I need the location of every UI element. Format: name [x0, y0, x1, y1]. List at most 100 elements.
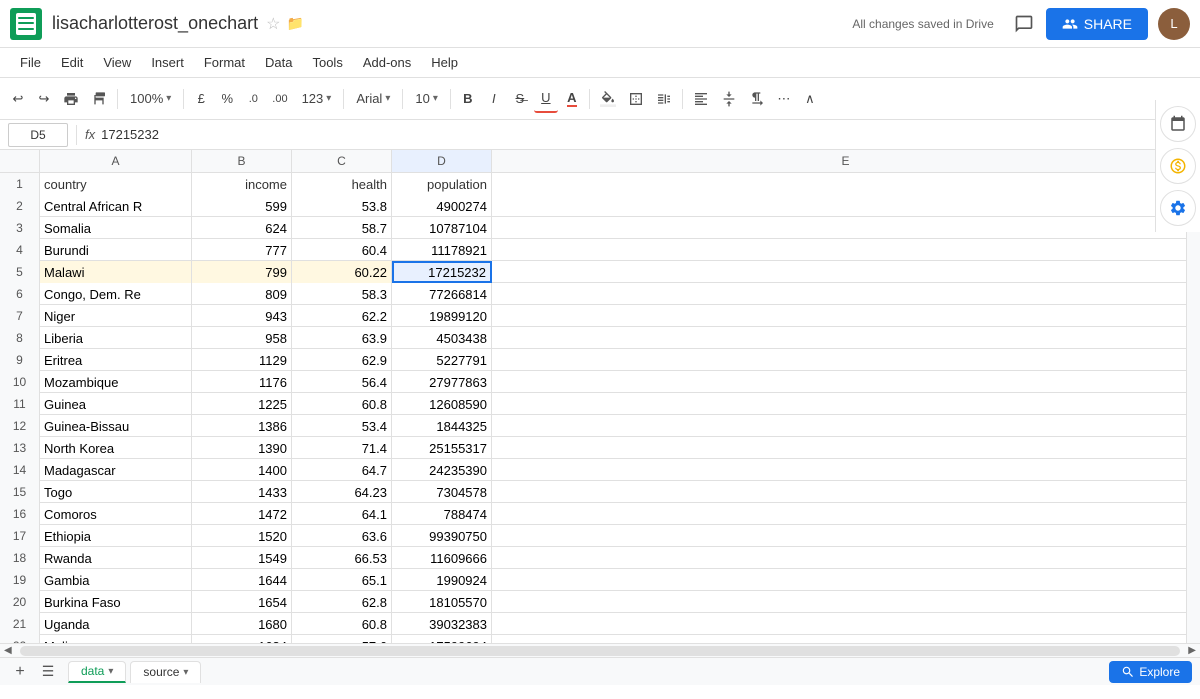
cell-d5[interactable]: 17215232	[392, 261, 492, 283]
strikethrough-button[interactable]: S̶	[508, 85, 532, 113]
cell-c19[interactable]: 65.1	[292, 569, 392, 591]
cell-a15[interactable]: Togo	[40, 481, 192, 503]
menu-file[interactable]: File	[10, 51, 51, 74]
menu-view[interactable]: View	[93, 51, 141, 74]
text-direction-button[interactable]	[744, 85, 770, 113]
cell-b17[interactable]: 1520	[192, 525, 292, 547]
font-size-dropdown[interactable]: 10 ▾	[408, 85, 445, 113]
cell-a12[interactable]: Guinea-Bissau	[40, 415, 192, 437]
cell-e13[interactable]	[492, 437, 1200, 459]
cell-a16[interactable]: Comoros	[40, 503, 192, 525]
cell-c2[interactable]: 53.8	[292, 195, 392, 217]
cell-d19[interactable]: 1990924	[392, 569, 492, 591]
cell-a3[interactable]: Somalia	[40, 217, 192, 239]
cell-d22[interactable]: 17599694	[392, 635, 492, 643]
merge-cells-button[interactable]	[651, 85, 677, 113]
cell-c1[interactable]: health	[292, 173, 392, 195]
comment-button[interactable]	[1006, 6, 1042, 42]
cell-e7[interactable]	[492, 305, 1200, 327]
cell-e22[interactable]	[492, 635, 1200, 643]
cell-e3[interactable]	[492, 217, 1200, 239]
col-header-b[interactable]: B	[192, 150, 292, 172]
cell-d2[interactable]: 4900274	[392, 195, 492, 217]
menu-addons[interactable]: Add-ons	[353, 51, 421, 74]
percent-button[interactable]: %	[215, 85, 239, 113]
cell-d6[interactable]: 77266814	[392, 283, 492, 305]
explore-button[interactable]: Explore	[1109, 661, 1192, 683]
cell-a9[interactable]: Eritrea	[40, 349, 192, 371]
cell-d4[interactable]: 11178921	[392, 239, 492, 261]
cell-a19[interactable]: Gambia	[40, 569, 192, 591]
cell-d8[interactable]: 4503438	[392, 327, 492, 349]
cell-c12[interactable]: 53.4	[292, 415, 392, 437]
cell-d20[interactable]: 18105570	[392, 591, 492, 613]
borders-button[interactable]	[623, 85, 649, 113]
side-icon-1[interactable]	[1160, 106, 1196, 142]
cell-e1[interactable]	[492, 173, 1200, 195]
col-header-e[interactable]: E	[492, 150, 1200, 172]
cell-c21[interactable]: 60.8	[292, 613, 392, 635]
undo-button[interactable]: ↩	[6, 85, 30, 113]
scroll-right-arrow[interactable]: ▶	[1184, 645, 1200, 656]
cell-d16[interactable]: 788474	[392, 503, 492, 525]
cell-e14[interactable]	[492, 459, 1200, 481]
cell-b21[interactable]: 1680	[192, 613, 292, 635]
sheet-menu-button[interactable]: ☰	[36, 661, 60, 683]
cell-c11[interactable]: 60.8	[292, 393, 392, 415]
menu-data[interactable]: Data	[255, 51, 302, 74]
side-icon-2[interactable]	[1160, 148, 1196, 184]
cell-b22[interactable]: 1684	[192, 635, 292, 643]
star-icon[interactable]: ☆	[266, 14, 280, 34]
cell-b11[interactable]: 1225	[192, 393, 292, 415]
font-dropdown[interactable]: Arial ▾	[349, 85, 397, 113]
col-header-c[interactable]: C	[292, 150, 392, 172]
more-formats-button[interactable]: ⋯	[772, 85, 796, 113]
zoom-dropdown[interactable]: 100% ▾	[123, 85, 178, 113]
cell-c20[interactable]: 62.8	[292, 591, 392, 613]
cell-b3[interactable]: 624	[192, 217, 292, 239]
cell-d1[interactable]: population	[392, 173, 492, 195]
cell-a8[interactable]: Liberia	[40, 327, 192, 349]
cell-c6[interactable]: 58.3	[292, 283, 392, 305]
cell-e11[interactable]	[492, 393, 1200, 415]
cell-d9[interactable]: 5227791	[392, 349, 492, 371]
cell-d12[interactable]: 1844325	[392, 415, 492, 437]
cell-d14[interactable]: 24235390	[392, 459, 492, 481]
cell-c22[interactable]: 57.6	[292, 635, 392, 643]
cell-c16[interactable]: 64.1	[292, 503, 392, 525]
cell-c10[interactable]: 56.4	[292, 371, 392, 393]
cell-d13[interactable]: 25155317	[392, 437, 492, 459]
cell-b1[interactable]: income	[192, 173, 292, 195]
cell-a1[interactable]: country	[40, 173, 192, 195]
align-vertical-button[interactable]	[716, 85, 742, 113]
cell-reference-input[interactable]	[8, 123, 68, 147]
align-horizontal-button[interactable]	[688, 85, 714, 113]
cell-a20[interactable]: Burkina Faso	[40, 591, 192, 613]
redo-button[interactable]: ↪	[32, 85, 56, 113]
side-icon-3[interactable]	[1160, 190, 1196, 226]
underline-button[interactable]: U	[534, 85, 558, 113]
scroll-left-arrow[interactable]: ◀	[0, 645, 16, 656]
cell-a11[interactable]: Guinea	[40, 393, 192, 415]
cell-e9[interactable]	[492, 349, 1200, 371]
cell-b20[interactable]: 1654	[192, 591, 292, 613]
cell-e18[interactable]	[492, 547, 1200, 569]
cell-a14[interactable]: Madagascar	[40, 459, 192, 481]
cell-b15[interactable]: 1433	[192, 481, 292, 503]
cell-d3[interactable]: 10787104	[392, 217, 492, 239]
horizontal-scrollbar[interactable]: ◀ ▶	[0, 643, 1200, 657]
menu-edit[interactable]: Edit	[51, 51, 93, 74]
cell-e2[interactable]	[492, 195, 1200, 217]
cell-a13[interactable]: North Korea	[40, 437, 192, 459]
cell-a10[interactable]: Mozambique	[40, 371, 192, 393]
document-title[interactable]: lisacharlotterost_onechart	[52, 13, 258, 34]
cell-b8[interactable]: 958	[192, 327, 292, 349]
cell-d11[interactable]: 12608590	[392, 393, 492, 415]
cell-e15[interactable]	[492, 481, 1200, 503]
cell-d18[interactable]: 11609666	[392, 547, 492, 569]
cell-c14[interactable]: 64.7	[292, 459, 392, 481]
cell-e17[interactable]	[492, 525, 1200, 547]
bold-button[interactable]: B	[456, 85, 480, 113]
cell-b19[interactable]: 1644	[192, 569, 292, 591]
cell-a7[interactable]: Niger	[40, 305, 192, 327]
